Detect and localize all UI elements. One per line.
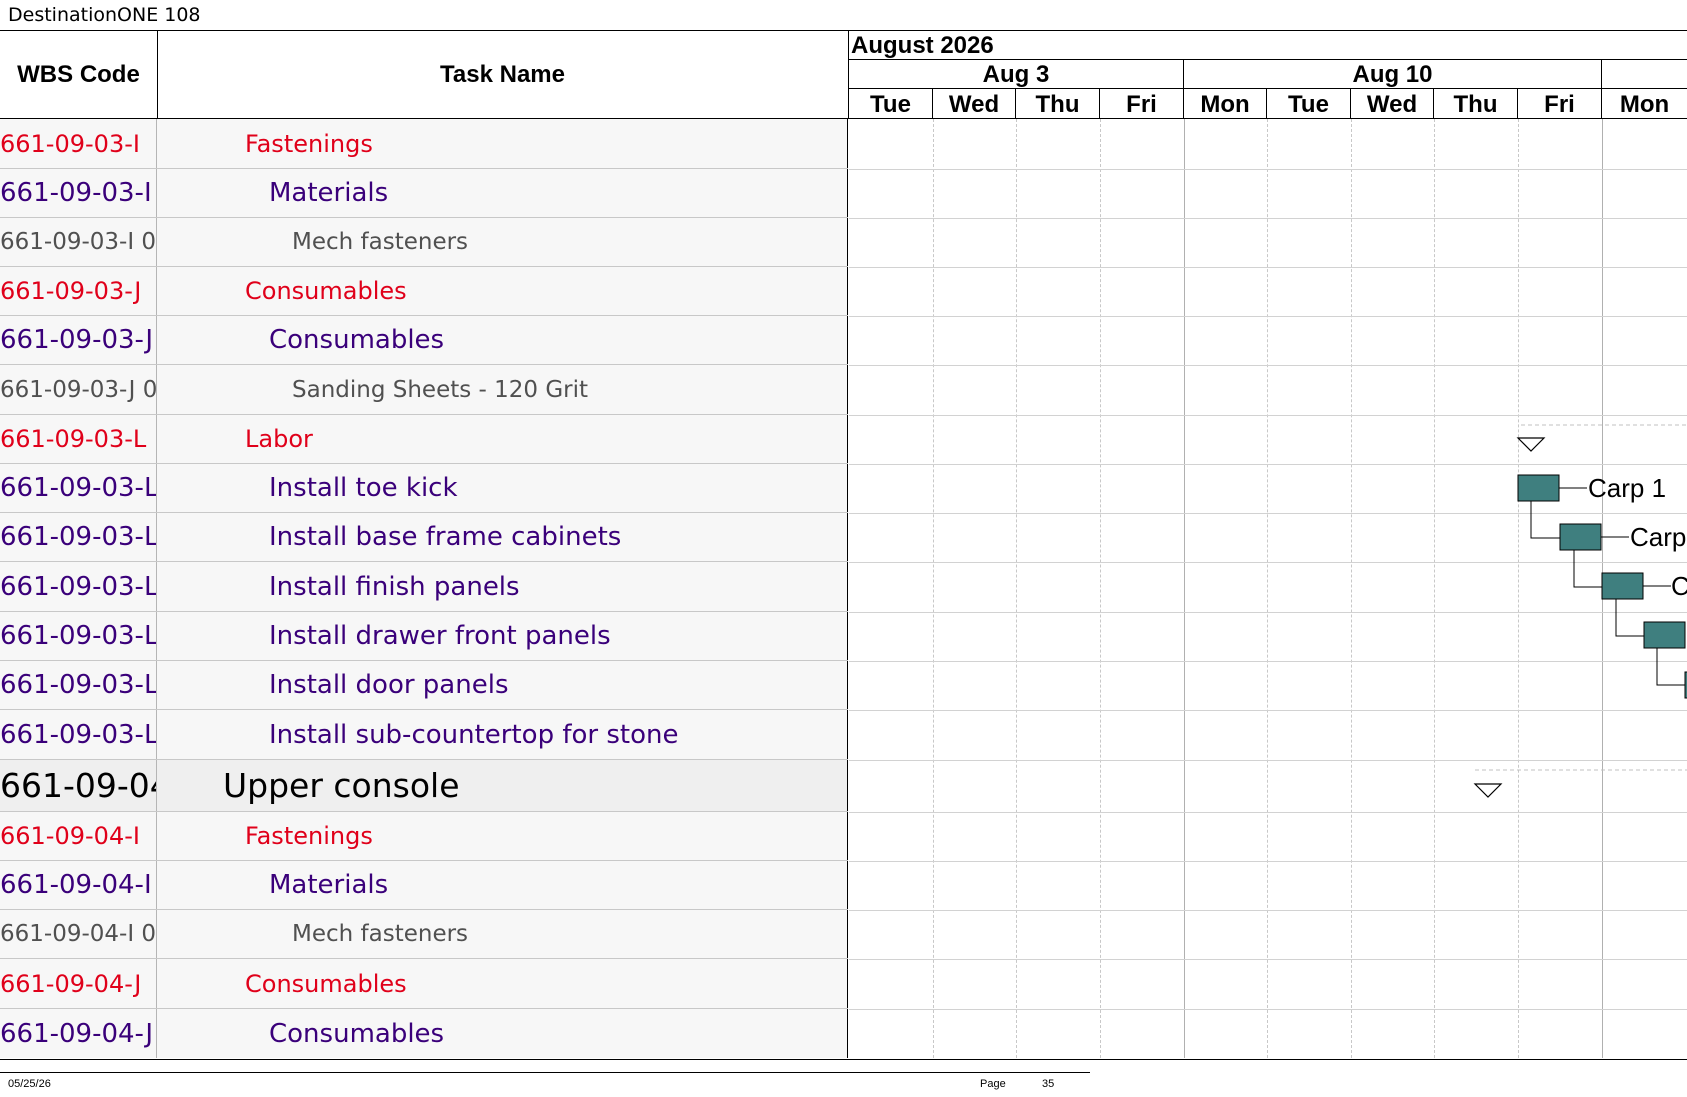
table-row[interactable]: 661-09-03-L Install door panels [0, 661, 848, 710]
wbs-code-cell[interactable]: 661-09-04 [0, 760, 157, 811]
task-name-cell[interactable]: Install base frame cabinets [157, 513, 848, 561]
task-name-cell[interactable]: Consumables [157, 959, 848, 1008]
timescale-month: August 2026 [849, 31, 1687, 60]
gantt-bar-label: C [1671, 571, 1687, 601]
table-row[interactable]: 661-09-03-L Labor [0, 415, 848, 464]
table-row[interactable]: 661-09-03-J ( Consumables [0, 316, 848, 365]
table-row[interactable]: 661-09-03-L Install toe kick [0, 464, 848, 513]
gantt-bar-label: Carp [1630, 522, 1686, 552]
wbs-code-cell[interactable]: 661-09-03-L [0, 415, 157, 463]
wbs-code-cell[interactable]: 661-09-04-I ( [0, 861, 157, 909]
task-name-cell[interactable]: Install finish panels [157, 562, 848, 611]
timescale-day: Tue [1267, 89, 1351, 119]
task-name-cell[interactable]: Sanding Sheets - 120 Grit [157, 365, 848, 414]
timescale-day: Mon [1602, 89, 1687, 119]
gantt-bar[interactable] [1559, 523, 1602, 551]
timescale-week: Aug 3 [849, 60, 1184, 89]
task-name-cell[interactable]: Fastenings [157, 812, 848, 860]
wbs-code-cell[interactable]: 661-09-04-J ( [0, 1009, 157, 1058]
table-row[interactable]: 661-09-04-J Consumables [0, 959, 848, 1009]
gantt-bar[interactable] [1643, 621, 1686, 649]
footer-page-number: 35 [1042, 1078, 1055, 1090]
wbs-code-cell[interactable]: 661-09-04-I 01 [0, 910, 157, 958]
wbs-code-cell[interactable]: 661-09-03-L [0, 464, 157, 512]
wbs-code-cell[interactable]: 661-09-03-L [0, 661, 157, 709]
task-name-cell[interactable]: Install sub-countertop for stone [157, 710, 848, 759]
wbs-code-cell[interactable]: 661-09-03-J 01 [0, 365, 157, 414]
timescale-day: Fri [1518, 89, 1602, 119]
gantt-chart-area[interactable]: Carp 1 Carp C [849, 119, 1687, 1058]
timescale-day: Mon [1184, 89, 1267, 119]
task-name-cell[interactable]: Labor [157, 415, 848, 463]
wbs-code-cell[interactable]: 661-09-03-I 01 [0, 218, 157, 266]
summary-marker-icon[interactable] [1473, 783, 1503, 798]
gantt-bars-layer: Carp 1 Carp C [1473, 424, 1687, 798]
task-name-cell[interactable]: Materials [157, 861, 848, 909]
task-name-cell[interactable]: Install door panels [157, 661, 848, 709]
table-row[interactable]: 661-09-03-L Install finish panels [0, 562, 848, 612]
gantt-bar-label: Carp 1 [1588, 473, 1666, 503]
task-name-cell[interactable]: Fastenings [157, 119, 848, 168]
wbs-code-cell[interactable]: 661-09-03-L [0, 513, 157, 561]
wbs-code-cell[interactable]: 661-09-03-I [0, 119, 157, 168]
table-row[interactable]: 661-09-04-J ( Consumables [0, 1009, 848, 1058]
table-row[interactable]: 661-09-03-L Install sub-countertop for s… [0, 710, 848, 760]
table-row[interactable]: 661-09-03-I 01 Mech fasteners [0, 218, 848, 267]
footer-divider [0, 1072, 1090, 1073]
timescale-week: Aug 10 [1184, 60, 1602, 89]
timescale-day: Tue [849, 89, 933, 119]
timescale-week [1602, 60, 1687, 89]
document-title: DestinationONE 108 [8, 4, 201, 26]
table-row[interactable]: 661-09-03-I ( Materials [0, 169, 848, 218]
task-name-cell[interactable]: Upper console [157, 760, 848, 811]
wbs-code-cell[interactable]: 661-09-04-I [0, 812, 157, 860]
table-row[interactable]: 661-09-04-I ( Materials [0, 861, 848, 910]
wbs-code-cell[interactable]: 661-09-03-J ( [0, 316, 157, 364]
dependency-link [1656, 648, 1687, 686]
timescale-day: Wed [1351, 89, 1434, 119]
table-row[interactable]: 661-09-04 Upper console [0, 760, 848, 812]
task-name-cell[interactable]: Consumables [157, 1009, 848, 1058]
wbs-column-header[interactable]: WBS Code [0, 31, 158, 119]
dependency-link [1573, 550, 1602, 588]
task-name-cell[interactable]: Consumables [157, 267, 848, 315]
footer-date: 05/25/26 [8, 1078, 51, 1090]
task-name-cell[interactable]: Consumables [157, 316, 848, 364]
table-row[interactable]: 661-09-03-L Install drawer front panels [0, 612, 848, 661]
table-row[interactable]: 661-09-04-I Fastenings [0, 812, 848, 861]
task-column-header[interactable]: Task Name [157, 31, 849, 119]
task-name-cell[interactable]: Mech fasteners [157, 218, 848, 266]
table-row[interactable]: 661-09-03-I Fastenings [0, 119, 848, 169]
dependency-link [1530, 501, 1560, 539]
summary-marker-icon[interactable] [1516, 437, 1546, 452]
table-row[interactable]: 661-09-03-J 01 Sanding Sheets - 120 Grit [0, 365, 848, 415]
table-row[interactable]: 661-09-03-J Consumables [0, 267, 848, 316]
wbs-code-cell[interactable]: 661-09-03-L [0, 612, 157, 660]
gantt-bar[interactable] [1601, 572, 1644, 600]
gantt-bar[interactable] [1517, 474, 1560, 502]
wbs-code-cell[interactable]: 661-09-03-I ( [0, 169, 157, 217]
task-name-cell[interactable]: Materials [157, 169, 848, 217]
dependency-link [1615, 599, 1644, 637]
timescale-day: Thu [1016, 89, 1100, 119]
wbs-code-cell[interactable]: 661-09-03-J [0, 267, 157, 315]
task-name-cell[interactable]: Install drawer front panels [157, 612, 848, 660]
footer-page-label: Page [980, 1078, 1006, 1090]
task-name-cell[interactable]: Install toe kick [157, 464, 848, 512]
wbs-code-cell[interactable]: 661-09-03-L [0, 562, 157, 611]
wbs-code-cell[interactable]: 661-09-03-L [0, 710, 157, 759]
table-row[interactable]: 661-09-03-L Install base frame cabinets [0, 513, 848, 562]
timescale-day: Thu [1434, 89, 1518, 119]
wbs-code-cell[interactable]: 661-09-04-J [0, 959, 157, 1008]
timescale-day: Wed [933, 89, 1016, 119]
table-row[interactable]: 661-09-04-I 01 Mech fasteners [0, 910, 848, 959]
task-name-cell[interactable]: Mech fasteners [157, 910, 848, 958]
timescale-day: Fri [1100, 89, 1184, 119]
